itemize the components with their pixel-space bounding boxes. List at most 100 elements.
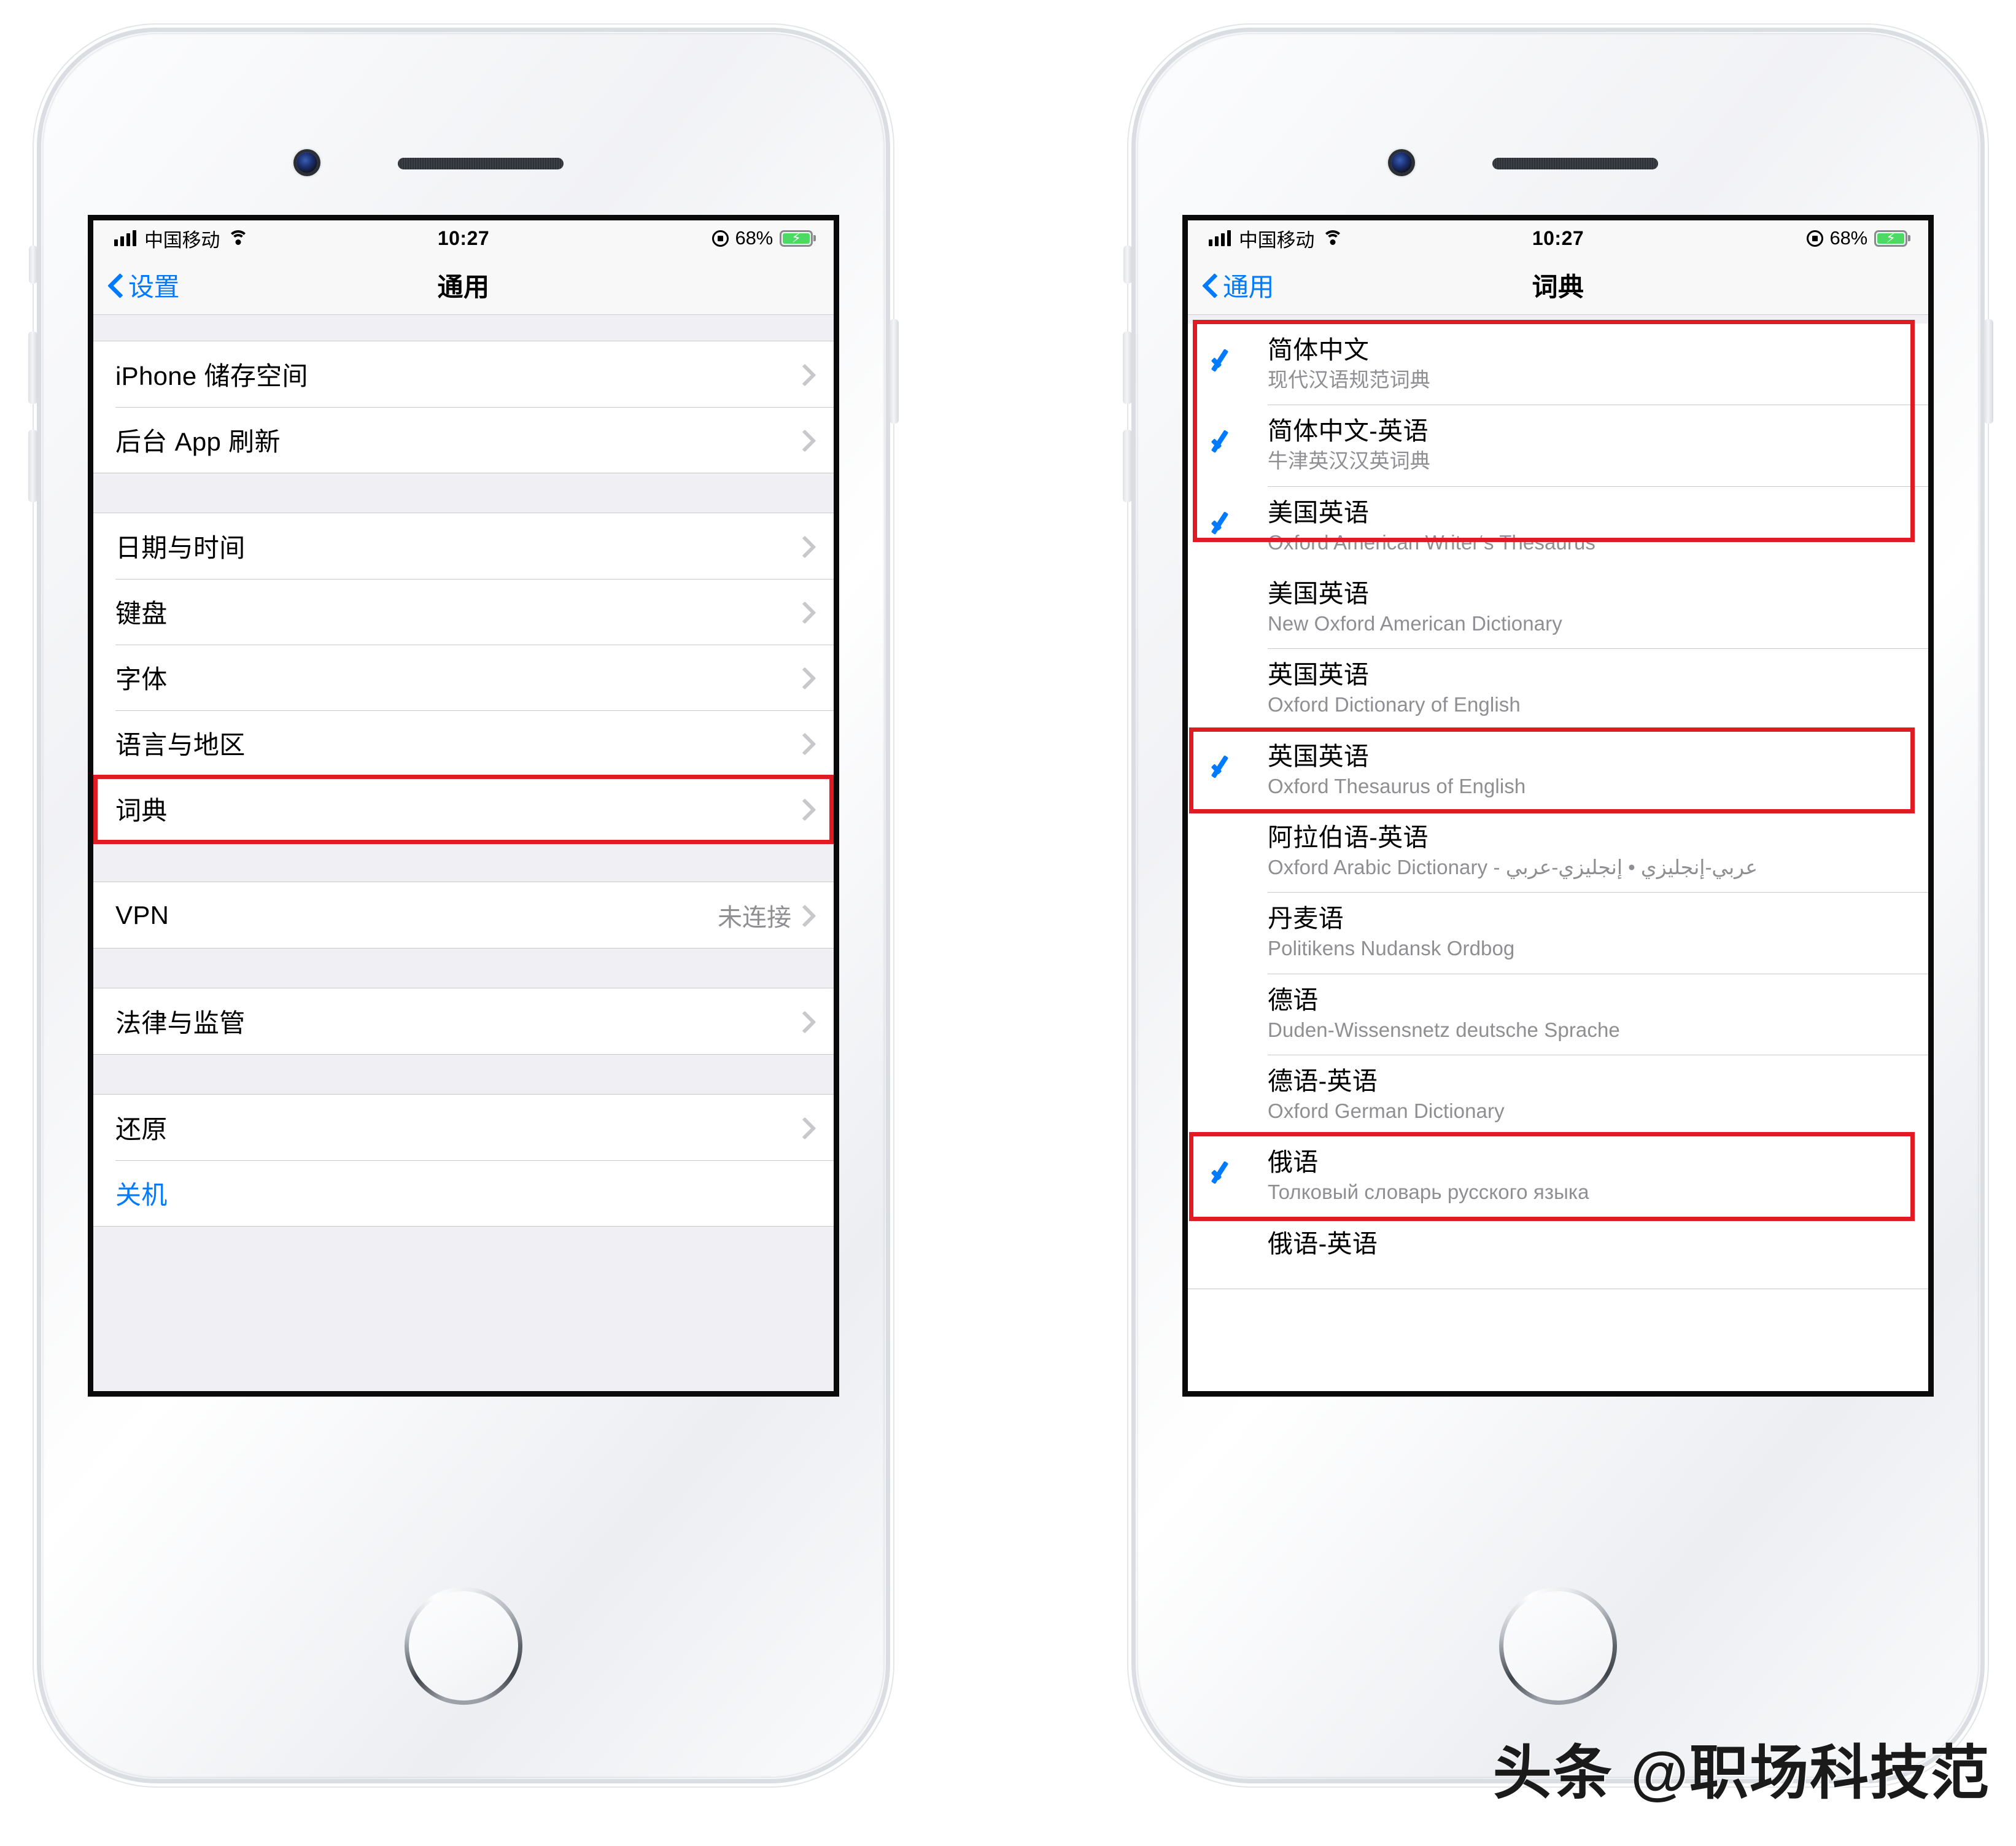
dictionary-item[interactable]: 英国英语 Oxford Thesaurus of English — [1188, 729, 1928, 812]
settings-row-reset[interactable]: 还原 — [93, 1095, 834, 1160]
settings-row-shutdown[interactable]: 关机 — [93, 1160, 834, 1226]
dictionary-title: 美国英语 — [1268, 580, 1370, 608]
checkmark-icon — [1210, 511, 1237, 544]
screen-left: 中国移动 10:27 68% ⚡ 设置 通用 iPhone 储存空间 后台 Ap… — [88, 215, 839, 1397]
dictionary-item[interactable]: 英国英语 Oxford Dictionary of English — [1188, 648, 1928, 730]
status-bar-left: 中国移动 10:27 68% ⚡ — [93, 220, 834, 256]
volume-down-button-left[interactable] — [28, 430, 37, 502]
settings-row-language-region[interactable]: 语言与地区 — [93, 710, 834, 776]
watermark-label: 头条 @职场科技范 — [1492, 1740, 1990, 1806]
settings-group-system: 日期与时间 键盘 字体 语言与地区 词典 — [93, 513, 834, 844]
dictionary-item[interactable]: 美国英语 Oxford American Writer‘s Thesaurus — [1188, 486, 1928, 568]
dictionary-title: 德语 — [1268, 985, 1319, 1014]
list-gap — [1188, 315, 1928, 324]
chevron-right-icon — [804, 906, 815, 925]
dictionary-title: 阿拉伯语-英语 — [1268, 823, 1429, 852]
list-gap — [93, 1227, 834, 1266]
settings-row-background-app-refresh[interactable]: 后台 App 刷新 — [93, 407, 834, 473]
rotation-lock-icon — [711, 230, 729, 247]
list-gap — [93, 1055, 834, 1094]
checkmark-icon — [1210, 1160, 1237, 1193]
row-label: 键盘 — [115, 599, 168, 628]
nav-bar-right: 通用 词典 — [1188, 256, 1928, 315]
list-gap — [93, 473, 834, 513]
volume-up-button-right[interactable] — [1123, 332, 1132, 404]
page-title: 词典 — [1532, 273, 1584, 301]
settings-group-storage: iPhone 储存空间 后台 App 刷新 — [93, 341, 834, 473]
sensor-row-right — [1128, 146, 1988, 180]
settings-row-iphone-storage[interactable]: iPhone 储存空间 — [93, 341, 834, 407]
settings-group-legal: 法律与监管 — [93, 988, 834, 1055]
dictionary-title: 英国英语 — [1268, 661, 1370, 689]
status-bar-right: 中国移动 10:27 68% ⚡ — [1188, 220, 1928, 256]
settings-row-fonts[interactable]: 字体 — [93, 645, 834, 710]
dictionary-title: 英国英语 — [1268, 742, 1370, 770]
settings-row-legal-regulatory[interactable]: 法律与监管 — [93, 988, 834, 1054]
home-button-ring — [405, 1587, 522, 1705]
power-button-right[interactable] — [1984, 319, 1993, 424]
dictionary-title: 简体中文-英语 — [1268, 417, 1429, 446]
dictionary-item[interactable]: 简体中文 现代汉语规范词典 — [1188, 324, 1928, 405]
row-label: 日期与时间 — [115, 533, 246, 562]
mute-switch-right[interactable] — [1123, 246, 1132, 284]
sensor-row-left — [34, 146, 893, 180]
chevron-right-icon — [804, 799, 815, 819]
dictionary-item[interactable]: 阿拉伯语-英语 Oxford Arabic Dictionary - عربي-… — [1188, 811, 1928, 893]
dictionary-subtitle: Oxford American Writer‘s Thesaurus — [1268, 530, 1596, 554]
checkmark-icon — [1210, 348, 1237, 381]
chevron-right-icon — [804, 668, 815, 688]
dictionary-item[interactable]: 德语 Duden-Wissensnetz deutsche Sprache — [1188, 973, 1928, 1055]
earpiece-speaker-icon — [398, 158, 564, 169]
row-label: 法律与监管 — [115, 1009, 246, 1037]
home-button-ring — [1499, 1587, 1617, 1705]
home-button-left[interactable] — [405, 1587, 522, 1705]
iphone-device-right: 中国移动 10:27 68% ⚡ 通用 词典 简体中文 现代汉语规范词典 简体中… — [1123, 25, 1993, 1786]
dictionary-title: 简体中文 — [1268, 336, 1370, 364]
settings-row-keyboard[interactable]: 键盘 — [93, 579, 834, 645]
dictionary-item[interactable]: 美国英语 New Oxford American Dictionary — [1188, 567, 1928, 649]
nav-bar-left: 设置 通用 — [93, 256, 834, 315]
dictionary-list[interactable]: 简体中文 现代汉语规范词典 简体中文-英语 牛津英汉汉英词典 美国英语 Oxfo… — [1188, 315, 1928, 1391]
row-label: 语言与地区 — [115, 731, 246, 759]
dictionary-subtitle: New Oxford American Dictionary — [1268, 612, 1562, 635]
iphone-device-left: 中国移动 10:27 68% ⚡ 设置 通用 iPhone 储存空间 后台 Ap… — [28, 25, 899, 1786]
rotation-lock-icon — [1806, 230, 1823, 247]
list-gap — [93, 315, 834, 341]
dictionary-item[interactable]: 丹麦语 Politikens Nudansk Ordbog — [1188, 892, 1928, 974]
chevron-right-icon — [804, 1118, 815, 1138]
battery-charging-icon: ⚡ — [780, 230, 816, 247]
dictionary-item[interactable]: 简体中文-英语 牛津英汉汉英词典 — [1188, 405, 1928, 486]
checkmark-icon — [1210, 754, 1237, 788]
dictionary-item[interactable]: 俄语-英语 — [1188, 1217, 1928, 1289]
settings-row-date-time[interactable]: 日期与时间 — [93, 513, 834, 579]
chevron-right-icon — [804, 1012, 815, 1031]
page-title: 通用 — [437, 273, 490, 301]
settings-row-dictionary[interactable]: 词典 — [93, 776, 834, 842]
home-button-right[interactable] — [1499, 1587, 1617, 1705]
row-label: 还原 — [115, 1115, 168, 1144]
dictionary-title: 俄语 — [1268, 1148, 1319, 1177]
dictionary-item[interactable]: 俄语 Толковый словарь русского языка — [1188, 1136, 1928, 1217]
row-label: 后台 App 刷新 — [115, 427, 281, 456]
row-label: iPhone 储存空间 — [115, 362, 308, 390]
settings-row-vpn[interactable]: VPN 未连接 — [93, 882, 834, 948]
power-button-left[interactable] — [890, 319, 899, 424]
row-value: 未连接 — [718, 904, 791, 931]
battery-percent-label: 68% — [735, 227, 773, 249]
dictionary-group: 简体中文 现代汉语规范词典 简体中文-英语 牛津英汉汉英词典 美国英语 Oxfo… — [1188, 320, 1928, 1289]
chevron-right-icon — [804, 365, 815, 384]
chevron-right-icon — [804, 602, 815, 622]
settings-list[interactable]: iPhone 储存空间 后台 App 刷新 日期与时间 键盘 字体 语言与地区 … — [93, 315, 834, 1391]
row-label: 关机 — [115, 1181, 168, 1209]
screenshot-stage: 中国移动 10:27 68% ⚡ 设置 通用 iPhone 储存空间 后台 Ap… — [0, 0, 2016, 1846]
list-gap — [93, 842, 834, 882]
battery-charging-icon: ⚡ — [1874, 230, 1910, 247]
settings-group-vpn: VPN 未连接 — [93, 882, 834, 948]
chevron-right-icon — [804, 537, 815, 556]
volume-up-button-left[interactable] — [28, 332, 37, 404]
dictionary-subtitle: Oxford Arabic Dictionary - عربي-إنجليزي … — [1268, 856, 1758, 879]
dictionary-item[interactable]: 德语-英语 Oxford German Dictionary — [1188, 1055, 1928, 1136]
mute-switch-left[interactable] — [29, 246, 37, 284]
volume-down-button-right[interactable] — [1123, 430, 1132, 502]
row-label: VPN — [115, 900, 169, 929]
